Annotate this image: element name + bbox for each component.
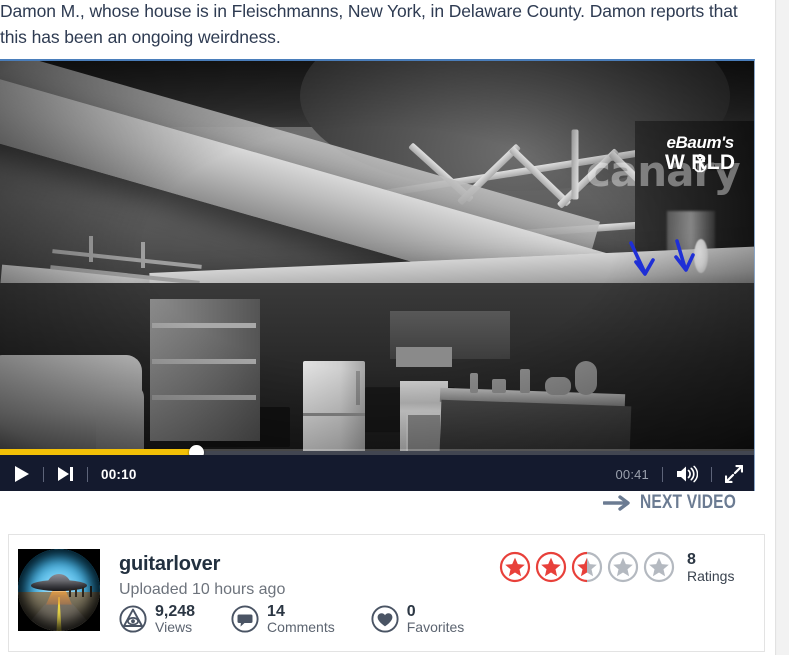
eye-views-icon bbox=[119, 605, 147, 633]
counter-object bbox=[545, 377, 571, 395]
stat-views[interactable]: 9,248 Views bbox=[119, 603, 195, 635]
counter-object bbox=[575, 361, 597, 395]
shelving-unit bbox=[150, 299, 260, 441]
sofa-arm bbox=[96, 385, 144, 451]
counter-object bbox=[492, 379, 506, 393]
player-controls: 00:10 00:41 bbox=[0, 455, 754, 491]
rating-stars: 8 Ratings bbox=[499, 551, 734, 584]
video-stats: 9,248 Views 14 Comments 0 Favorites bbox=[119, 603, 464, 635]
current-time: 00:10 bbox=[101, 466, 137, 482]
control-divider bbox=[662, 466, 663, 482]
avatar-image bbox=[18, 549, 100, 631]
stat-views-value: 9,248 bbox=[155, 603, 196, 620]
refrigerator-handle bbox=[356, 371, 360, 405]
stat-views-label: Views bbox=[155, 619, 193, 636]
play-icon bbox=[15, 466, 29, 482]
rating-star-5[interactable] bbox=[643, 551, 675, 583]
rating-label: Ratings bbox=[687, 567, 735, 584]
rating-star-4[interactable] bbox=[607, 551, 639, 583]
fullscreen-icon bbox=[725, 465, 743, 483]
rating-star-2[interactable] bbox=[535, 551, 567, 583]
stat-comments-label: Comments bbox=[267, 619, 335, 636]
player-controls-left: 00:10 bbox=[14, 465, 137, 483]
oven-window bbox=[406, 413, 442, 451]
rating-count: 8 bbox=[687, 551, 696, 568]
video-description: Damon M., whose house is in Fleischmanns… bbox=[0, 1, 738, 47]
stat-favorites-value: 0 bbox=[406, 603, 416, 620]
volume-button[interactable] bbox=[676, 465, 698, 483]
stat-comments[interactable]: 14 Comments bbox=[231, 603, 335, 635]
avatar-vignette bbox=[18, 549, 100, 631]
avatar[interactable] bbox=[18, 549, 100, 631]
heart-icon bbox=[371, 605, 399, 633]
stat-views-text: 9,248 Views bbox=[155, 603, 195, 635]
light-orb bbox=[694, 239, 708, 273]
right-gutter bbox=[777, 0, 789, 655]
ebaums-watermark-line2: W RLD bbox=[665, 152, 735, 173]
counter-object bbox=[470, 373, 478, 393]
stat-favorites-text: 0 Favorites bbox=[407, 603, 465, 635]
counter-object bbox=[520, 369, 530, 393]
upload-time: Uploaded 10 hours ago bbox=[119, 581, 286, 598]
player-controls-right: 00:41 bbox=[615, 465, 743, 483]
play-button[interactable] bbox=[14, 465, 30, 483]
rating-star-1[interactable] bbox=[499, 551, 531, 583]
video-stage[interactable]: canary eBaum's W RLD bbox=[0, 61, 754, 451]
anchor-icon bbox=[693, 153, 707, 172]
duration-time: 00:41 bbox=[615, 466, 649, 482]
kitchen-counter-front bbox=[438, 399, 632, 451]
next-track-icon bbox=[58, 467, 73, 481]
stat-favorites-label: Favorites bbox=[406, 619, 465, 636]
next-video-button[interactable] bbox=[57, 466, 74, 482]
stat-comments-value: 14 bbox=[267, 603, 285, 620]
uploader-username[interactable]: guitarlover bbox=[119, 553, 220, 576]
shelf-line bbox=[152, 323, 256, 328]
stove-hood bbox=[396, 347, 452, 367]
ebaums-watermark-line1: eBaum's bbox=[666, 133, 734, 152]
control-divider bbox=[43, 466, 44, 482]
arrow-right-icon bbox=[602, 495, 630, 511]
comment-bubble-icon bbox=[231, 605, 259, 633]
railing-post bbox=[89, 236, 93, 262]
railing-post bbox=[141, 242, 145, 268]
stat-comments-text: 14 Comments bbox=[267, 603, 335, 635]
page-root: Damon M., whose house is in Fleischmanns… bbox=[0, 0, 789, 655]
video-player[interactable]: canary eBaum's W RLD 00:10 00:41 bbox=[0, 59, 755, 491]
control-divider bbox=[711, 466, 712, 482]
control-divider bbox=[87, 466, 88, 482]
next-video-link[interactable]: NEXT VIDEO bbox=[602, 492, 757, 514]
rating-star-3-half[interactable] bbox=[571, 551, 603, 583]
truss-beam bbox=[571, 129, 579, 200]
refrigerator-seam bbox=[303, 413, 365, 416]
shelf-line bbox=[152, 359, 256, 364]
fullscreen-button[interactable] bbox=[725, 465, 743, 483]
content-column: Damon M., whose house is in Fleischmanns… bbox=[0, 0, 776, 655]
next-video-label: NEXT VIDEO bbox=[639, 492, 736, 513]
ebaums-world-watermark: eBaum's W RLD bbox=[665, 134, 735, 173]
volume-on-icon bbox=[677, 465, 698, 483]
shelf-line bbox=[152, 395, 256, 400]
stat-favorites[interactable]: 0 Favorites bbox=[371, 603, 465, 635]
rating-summary: 8 Ratings bbox=[687, 551, 734, 584]
uploader-info-card: guitarlover Uploaded 10 hours ago 9,248 … bbox=[8, 534, 765, 652]
